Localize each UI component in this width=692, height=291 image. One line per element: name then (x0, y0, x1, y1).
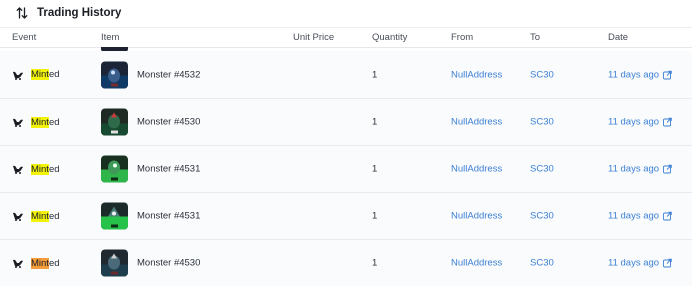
item-thumbnail[interactable] (101, 155, 128, 183)
sort-arrows-icon (16, 6, 28, 20)
event-suffix: ed (48, 69, 60, 80)
panel-title: Trading History (37, 6, 122, 19)
date-link[interactable]: 11 days ago (608, 117, 672, 128)
to-address-link[interactable]: SC30 (530, 211, 554, 222)
event-highlight-active: Mint (31, 257, 49, 269)
column-header-date: Date (608, 32, 629, 43)
from-address-link[interactable]: NullAddress (451, 211, 502, 222)
date-text: 11 days ago (608, 163, 660, 175)
date-link[interactable]: 11 days ago (608, 69, 672, 80)
table-header: Event Item Unit Price Quantity From To D… (0, 27, 692, 48)
item-name[interactable]: Monster #4530 (137, 258, 200, 269)
event-cell: Mint ed (12, 116, 60, 128)
table-row[interactable]: Mint ed Monster #4530 1 NullAddress SC30 … (0, 98, 692, 145)
table-row[interactable]: Mint ed Monster #4531 1 NullAddress SC30 … (0, 192, 692, 239)
date-text: 11 days ago (608, 116, 660, 128)
table-row[interactable]: Mint ed Monster #4530 1 NullAddress SC30 … (0, 239, 692, 286)
event-highlight: Mint (31, 69, 49, 80)
event-cell: Mint ed (12, 257, 60, 269)
to-address-link[interactable]: SC30 (530, 164, 554, 175)
date-link[interactable]: 11 days ago (608, 211, 672, 222)
event-highlight: Mint (31, 163, 49, 175)
item-thumbnail[interactable] (101, 61, 128, 88)
from-address-link[interactable]: NullAddress (451, 258, 502, 269)
event-suffix: ed (48, 210, 60, 222)
column-header-event: Event (12, 32, 37, 43)
external-link-icon (663, 117, 672, 127)
item-thumbnail[interactable] (101, 249, 128, 277)
quantity-value: 1 (372, 210, 378, 222)
event-cell: Mint ed (12, 69, 60, 81)
quantity-value: 1 (372, 69, 378, 80)
from-address-link[interactable]: NullAddress (451, 69, 502, 80)
mint-icon (12, 69, 24, 81)
external-link-icon (663, 70, 672, 79)
to-address-link[interactable]: SC30 (530, 69, 554, 80)
quantity-value: 1 (372, 257, 378, 269)
event-cell: Mint ed (12, 210, 60, 222)
from-address-link[interactable]: NullAddress (451, 117, 502, 128)
table-row[interactable]: Mint ed Monster #4532 1 NullAddress SC30 … (0, 51, 692, 98)
trading-history-panel: Trading History Event Item Unit Price Qu… (0, 0, 692, 291)
quantity-value: 1 (372, 163, 378, 175)
external-link-icon (663, 258, 672, 268)
external-link-icon (663, 164, 672, 174)
event-highlight: Mint (31, 210, 49, 222)
mint-icon (12, 257, 24, 269)
item-name[interactable]: Monster #4532 (137, 69, 200, 80)
item-thumbnail[interactable] (101, 108, 128, 136)
date-text: 11 days ago (608, 69, 660, 80)
column-header-quantity: Quantity (372, 32, 408, 43)
date-text: 11 days ago (608, 257, 660, 269)
item-name[interactable]: Monster #4531 (137, 164, 200, 175)
event-highlight: Mint (31, 116, 49, 128)
date-link[interactable]: 11 days ago (608, 164, 672, 175)
column-header-from: From (451, 32, 474, 43)
table-body: Mint ed Monster #4532 1 NullAddress SC30 … (0, 51, 692, 286)
event-cell: Mint ed (12, 163, 60, 175)
column-header-to: To (530, 32, 541, 43)
column-header-unit-price: Unit Price (293, 32, 335, 43)
date-link[interactable]: 11 days ago (608, 258, 672, 269)
event-suffix: ed (48, 163, 60, 175)
item-thumbnail[interactable] (101, 202, 128, 230)
mint-icon (12, 210, 24, 222)
item-name[interactable]: Monster #4531 (137, 211, 200, 222)
event-suffix: ed (48, 116, 60, 128)
mint-icon (12, 163, 24, 175)
item-name[interactable]: Monster #4530 (137, 117, 200, 128)
table-row[interactable]: Mint ed Monster #4531 1 NullAddress SC30 … (0, 145, 692, 192)
column-header-item: Item (101, 32, 120, 43)
quantity-value: 1 (372, 116, 378, 128)
date-text: 11 days ago (608, 210, 660, 222)
to-address-link[interactable]: SC30 (530, 258, 554, 269)
event-suffix: ed (48, 257, 60, 269)
to-address-link[interactable]: SC30 (530, 117, 554, 128)
trading-history-header[interactable]: Trading History (0, 0, 692, 25)
from-address-link[interactable]: NullAddress (451, 164, 502, 175)
mint-icon (12, 116, 24, 128)
external-link-icon (663, 211, 672, 221)
